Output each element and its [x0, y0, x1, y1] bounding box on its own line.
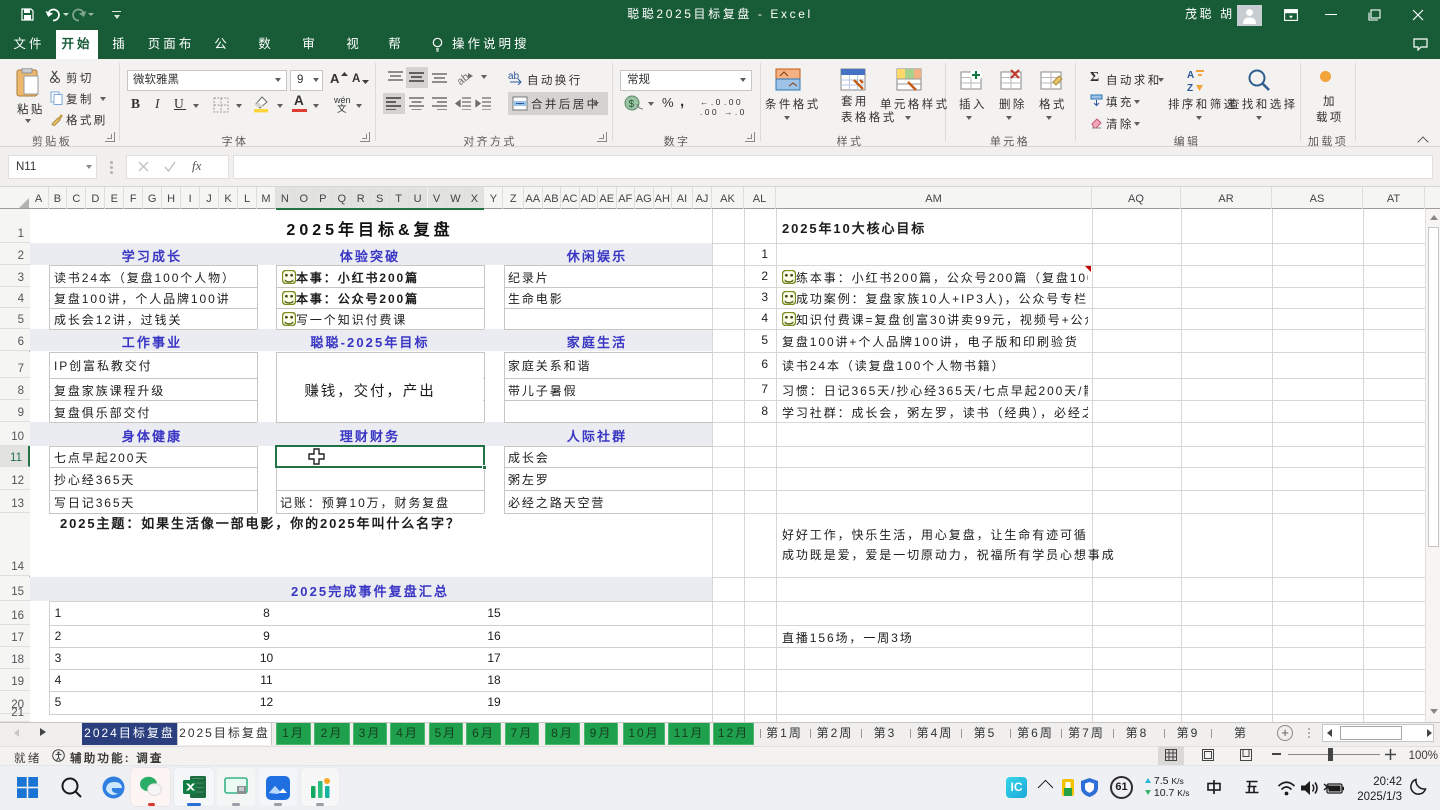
svg-text:Z: Z — [1187, 83, 1193, 93]
svg-text:A: A — [1187, 70, 1194, 81]
svg-text:$: $ — [629, 99, 635, 110]
svg-text:ab: ab — [458, 71, 472, 86]
svg-text:文: 文 — [337, 103, 347, 113]
svg-text:ab: ab — [508, 71, 520, 82]
